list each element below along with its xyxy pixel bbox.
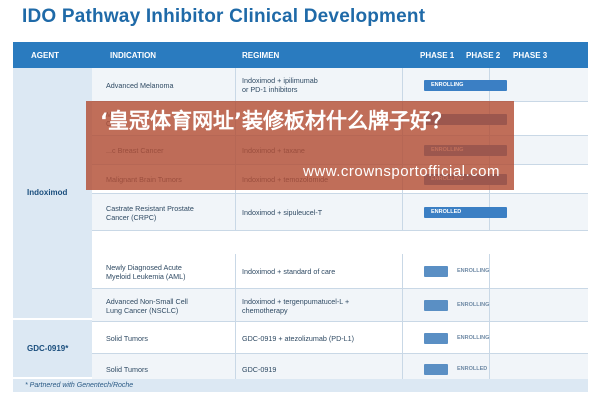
header-indication: INDICATION bbox=[110, 51, 157, 60]
indication-cell: Castrate Resistant Prostate Cancer (CRPC… bbox=[106, 203, 194, 222]
table-row: Advanced Non-Small Cell Lung Cancer (NSC… bbox=[92, 289, 588, 322]
header-phase1: PHASE 1 bbox=[420, 51, 455, 60]
status-label: ENROLLING bbox=[457, 334, 490, 341]
column-divider bbox=[402, 254, 403, 288]
promo-headline[interactable]: ‘皇冠体育网址’装修板材什么牌子好？ bbox=[100, 109, 500, 134]
phase-progress-bar bbox=[424, 332, 448, 344]
promo-banner[interactable]: ‘皇冠体育网址’装修板材什么牌子好？ www.crownsportofficia… bbox=[86, 101, 514, 190]
pipeline-table: AGENT INDICATION REGIMEN PHASE 1 PHASE 2… bbox=[13, 42, 588, 392]
table-row: Solid Tumors GDC-0919 + atezolizumab (PD-… bbox=[92, 322, 588, 354]
status-label: ENROLLING bbox=[457, 268, 490, 274]
phase-progress-bar: ENROLLING bbox=[424, 79, 507, 91]
agent-label: Indoximod bbox=[27, 188, 68, 197]
header-regimen: REGIMEN bbox=[242, 51, 280, 60]
indication-cell: Advanced Non-Small Cell Lung Cancer (NSC… bbox=[106, 296, 188, 315]
column-divider bbox=[402, 322, 403, 353]
regimen-cell: Indoximod + standard of care bbox=[242, 267, 336, 276]
header-agent: AGENT bbox=[31, 51, 59, 60]
table-header: AGENT INDICATION REGIMEN PHASE 1 PHASE 2… bbox=[13, 42, 588, 68]
page-title: IDO Pathway Inhibitor Clinical Developme… bbox=[22, 6, 426, 27]
phase-progress-bar bbox=[424, 363, 448, 375]
regimen-cell: GDC-0919 + atezolizumab (PD-L1) bbox=[242, 333, 355, 343]
regimen-cell: Indoximod + sipuleucel-T bbox=[242, 208, 323, 217]
status-label: ENROLLED bbox=[457, 365, 488, 372]
footnote: * Partnered with Genentech/Roche bbox=[13, 379, 588, 392]
header-phase3: PHASE 3 bbox=[513, 51, 548, 60]
table-row: Advanced Melanoma Indoximod + ipilimumab … bbox=[92, 68, 588, 102]
regimen-cell: GDC-0919 bbox=[242, 364, 277, 374]
table-row: Castrate Resistant Prostate Cancer (CRPC… bbox=[92, 194, 588, 231]
phase-progress-bar: ENROLLED bbox=[424, 207, 507, 218]
column-divider bbox=[402, 194, 403, 230]
agent-label: GDC-0919* bbox=[27, 344, 69, 353]
indication-cell: Solid Tumors bbox=[106, 333, 148, 343]
phase-progress-bar bbox=[424, 266, 448, 277]
promo-url[interactable]: www.crownsportofficial.com bbox=[303, 163, 500, 180]
column-divider bbox=[402, 68, 403, 101]
regimen-cell: Indoximod + ipilimumab or PD-1 inhibitor… bbox=[242, 76, 318, 94]
indication-cell: Solid Tumors bbox=[106, 364, 148, 374]
header-phase2: PHASE 2 bbox=[466, 51, 501, 60]
column-divider bbox=[402, 289, 403, 321]
status-label: ENROLLING bbox=[457, 302, 490, 308]
regimen-cell: Indoximod + tergenpumatucel-L + chemothe… bbox=[242, 296, 350, 315]
indication-cell: Newly Diagnosed Acute Myeloid Leukemia (… bbox=[106, 262, 186, 281]
indication-cell: Advanced Melanoma bbox=[106, 80, 174, 90]
agent-group-indoximod: Indoximod bbox=[13, 68, 92, 318]
agent-group-gdc: GDC-0919* bbox=[13, 320, 92, 377]
table-row: Newly Diagnosed Acute Myeloid Leukemia (… bbox=[92, 254, 588, 289]
phase-progress-bar bbox=[424, 300, 448, 311]
